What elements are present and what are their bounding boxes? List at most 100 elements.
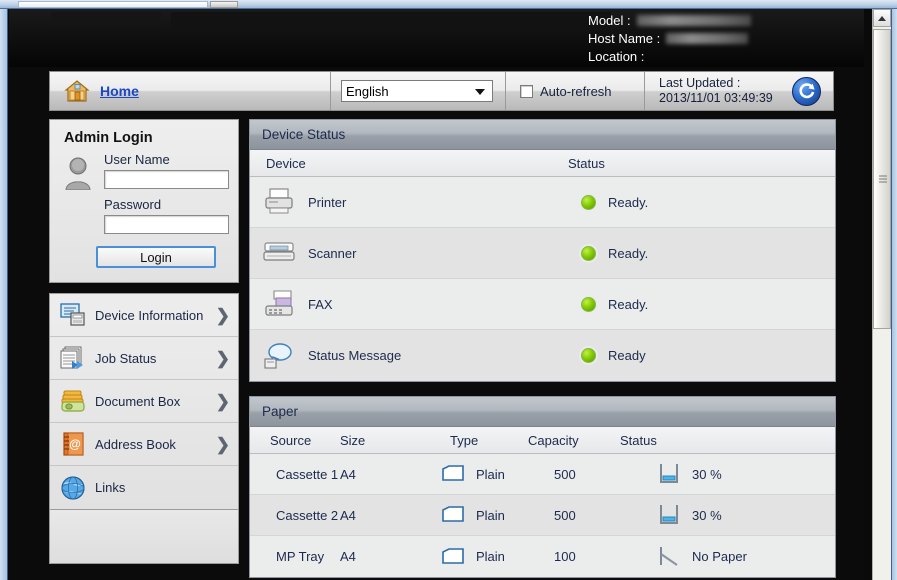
- fax-icon: [250, 289, 308, 319]
- device-status-text: Ready.: [608, 194, 649, 210]
- status-led-icon: [568, 348, 608, 363]
- admin-login-title: Admin Login: [64, 130, 153, 146]
- password-input[interactable]: [104, 215, 229, 234]
- model-value-redacted: [636, 14, 751, 26]
- status-led-icon: [568, 194, 608, 210]
- paper-column-headers: Source Size Type Capacity Status: [250, 427, 835, 454]
- user-avatar-icon: [62, 152, 96, 242]
- sidebar-item-links[interactable]: Links: [50, 466, 238, 509]
- paper-size: A4: [340, 507, 356, 523]
- status-led-icon: [568, 296, 608, 312]
- tray-level-icon: [646, 462, 692, 486]
- login-button[interactable]: Login: [96, 246, 216, 268]
- home-link[interactable]: Home: [100, 83, 139, 99]
- vendor-logo: [51, 12, 161, 26]
- device-name: Printer: [308, 194, 347, 210]
- auto-refresh-label: Auto-refresh: [540, 83, 612, 99]
- column-header-source: Source: [270, 432, 312, 448]
- svg-text:@: @: [69, 437, 81, 451]
- language-select[interactable]: English: [341, 80, 493, 102]
- sidebar-item-address-book[interactable]: @ Address Book ❯: [50, 423, 238, 466]
- language-cell: English: [331, 72, 505, 110]
- page-viewport: Model : Host Name : Location : Home Engl…: [9, 9, 864, 580]
- paper-capacity: 100: [554, 549, 576, 564]
- paper-type: Plain: [476, 466, 505, 482]
- admin-login-panel: Admin Login User Name Password Login: [49, 119, 239, 283]
- paper-size: A4: [340, 549, 356, 564]
- tray-level-icon: [646, 503, 692, 527]
- sidebar: Admin Login User Name Password Login Dev…: [49, 119, 239, 564]
- job-status-icon: [60, 345, 88, 371]
- status-message-icon: [250, 341, 308, 371]
- paper-status: No Paper: [692, 549, 747, 564]
- column-header-device: Device: [266, 155, 306, 171]
- table-row: FAX Ready.: [250, 279, 835, 330]
- sidebar-item-job-status[interactable]: Job Status ❯: [50, 337, 238, 380]
- sidebar-item-label: Address Book: [95, 436, 176, 452]
- device-name: FAX: [308, 296, 333, 312]
- host-name-value-redacted: [666, 32, 749, 44]
- auto-refresh-cell[interactable]: Auto-refresh: [506, 72, 644, 110]
- refresh-circle-icon[interactable]: [792, 76, 821, 106]
- horizontal-scrollbar-thumb[interactable]: [210, 1, 238, 8]
- column-header-capacity: Capacity: [528, 432, 579, 448]
- vertical-scrollbar[interactable]: [872, 9, 891, 580]
- last-updated-cell: Last Updated : 2013/11/01 03:49:39: [645, 72, 833, 110]
- scanner-icon: [250, 238, 308, 268]
- paper-panel: Paper Source Size Type Capacity Status C…: [249, 396, 836, 578]
- sidebar-item-device-information[interactable]: Device Information ❯: [50, 294, 238, 337]
- table-row: Cassette 2 A4 Plain 500 30 %: [250, 495, 835, 536]
- host-name-label: Host Name :: [588, 30, 661, 46]
- scrollbar-thumb[interactable]: [873, 29, 891, 329]
- column-header-size: Size: [340, 432, 366, 448]
- browser-left-edge: [0, 9, 8, 580]
- username-input[interactable]: [104, 170, 229, 189]
- table-row: MP Tray A4 Plain 100 No Paper: [250, 536, 835, 577]
- printer-icon: [250, 187, 308, 217]
- main-content: Device Status Device Status Printer Read…: [249, 119, 836, 580]
- browser-top-edge: [0, 0, 897, 9]
- paper-type: Plain: [476, 507, 505, 523]
- column-header-type: Type: [450, 432, 479, 448]
- column-header-status: Status: [620, 432, 657, 448]
- last-updated-label: Last Updated :: [659, 76, 741, 90]
- table-row: Scanner Ready.: [250, 228, 835, 279]
- scroll-up-arrow-icon[interactable]: [873, 9, 891, 27]
- chevron-right-icon: ❯: [215, 305, 230, 325]
- paper-source: Cassette 2: [276, 507, 339, 523]
- device-status-panel: Device Status Device Status Printer Read…: [249, 119, 836, 382]
- device-identity-block: Model : Host Name : Location :: [588, 11, 848, 65]
- table-row: Cassette 1 A4 Plain 500 30 %: [250, 454, 835, 495]
- tray-empty-icon: [646, 545, 692, 569]
- home-nav-cell[interactable]: Home: [50, 72, 330, 110]
- document-box-icon: [60, 388, 88, 414]
- column-header-status: Status: [568, 155, 605, 171]
- model-row: Model :: [588, 11, 848, 29]
- horizontal-scrollbar-track[interactable]: [18, 1, 208, 8]
- paper-title: Paper: [250, 397, 835, 427]
- paper-type: Plain: [476, 549, 505, 564]
- sidebar-item-document-box[interactable]: Document Box ❯: [50, 380, 238, 423]
- device-status-text: Ready.: [608, 245, 649, 261]
- device-name: Status Message: [308, 348, 402, 363]
- links-globe-icon: [60, 475, 88, 501]
- chevron-right-icon: ❯: [215, 391, 230, 411]
- sidebar-item-label: Document Box: [95, 393, 181, 409]
- sidebar-item-label: Job Status: [95, 350, 157, 366]
- paper-size: A4: [340, 466, 356, 482]
- device-status-text: Ready.: [608, 296, 649, 312]
- top-toolbar: Home English Auto-refresh Last Updated:…: [49, 71, 834, 111]
- password-label: Password: [104, 197, 162, 212]
- sidebar-filler: [49, 510, 239, 564]
- sidebar-item-label: Links: [95, 480, 126, 495]
- device-status-title: Device Status: [250, 120, 835, 150]
- location-row: Location :: [588, 47, 848, 65]
- username-label: User Name: [104, 152, 170, 167]
- device-name: Scanner: [308, 245, 357, 261]
- paper-source: Cassette 1: [276, 466, 339, 482]
- auto-refresh-checkbox[interactable]: [520, 84, 533, 98]
- device-status-column-headers: Device Status: [250, 150, 835, 177]
- host-name-row: Host Name :: [588, 29, 848, 47]
- paper-sheet-icon: [430, 506, 476, 524]
- device-header-banner: Model : Host Name : Location :: [9, 9, 864, 67]
